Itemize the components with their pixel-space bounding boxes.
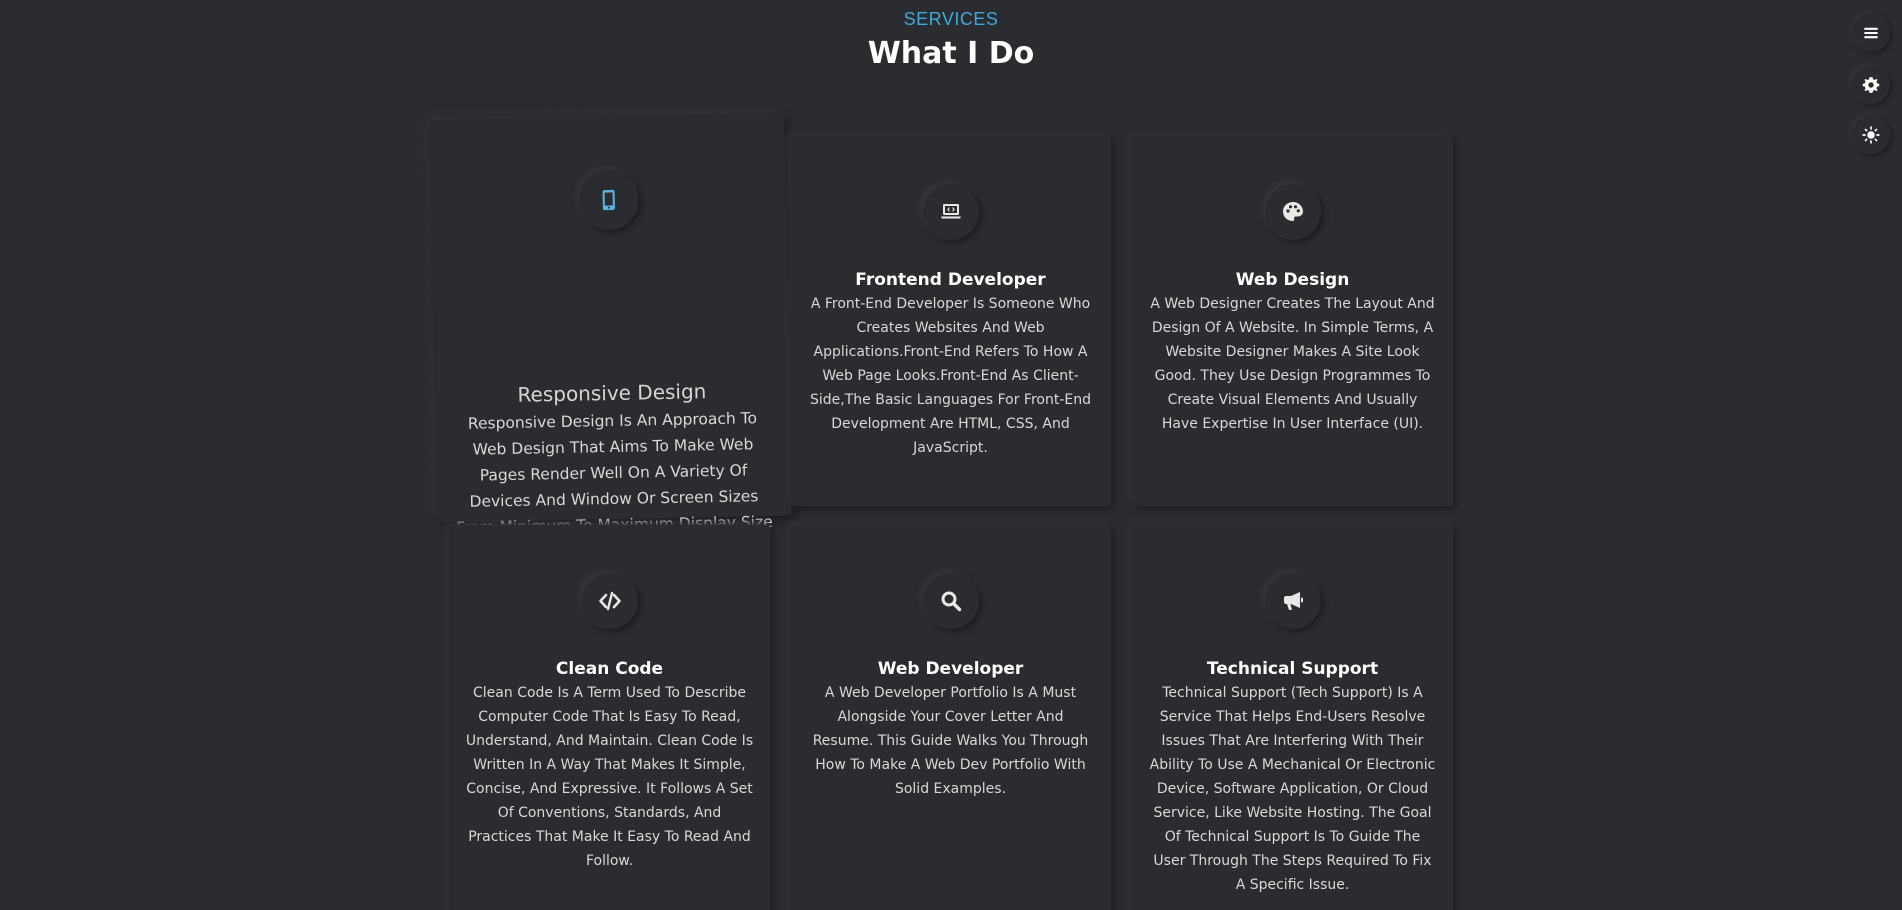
laptop-code-icon — [922, 184, 979, 240]
service-title: Web Developer — [877, 659, 1024, 679]
megaphone-icon — [1264, 573, 1321, 629]
service-title: Technical Support — [1206, 659, 1379, 679]
services-page: SERVICES What I Do Responsive Design Res… — [0, 0, 1902, 910]
gear-icon — [1862, 76, 1880, 94]
service-card-web-design[interactable]: Web Design A Web Designer Creates The La… — [1132, 136, 1453, 506]
mobile-phone-icon — [577, 169, 639, 231]
service-title: Responsive Design — [517, 379, 707, 407]
section-tag: SERVICES — [903, 9, 999, 29]
service-description: Technical Support (Tech Support) Is A Se… — [1149, 685, 1436, 893]
service-description: Clean Code Is A Term Used To Describe Co… — [465, 685, 754, 869]
search-icon — [922, 573, 979, 629]
service-card-web-developer[interactable]: Web Developer A Web Developer Portfolio … — [790, 525, 1111, 910]
service-card-technical-support[interactable]: Technical Support Technical Support (Tec… — [1132, 525, 1453, 910]
code-icon — [581, 573, 638, 629]
sun-icon — [1862, 126, 1880, 144]
service-title: Web Design — [1235, 270, 1350, 290]
service-card-clean-code[interactable]: Clean Code Clean Code Is A Term Used To … — [449, 525, 770, 910]
service-description: A Web Designer Creates The Layout And De… — [1150, 296, 1435, 432]
palette-icon — [1264, 184, 1321, 240]
service-title: Frontend Developer — [855, 270, 1046, 290]
service-card-responsive-design[interactable]: Responsive Design Responsive Design Is A… — [429, 113, 792, 563]
section-title: What I Do — [867, 36, 1035, 71]
settings-button[interactable] — [1852, 66, 1890, 104]
hamburger-menu-icon — [1862, 24, 1880, 42]
service-description: A Front-End Developer Is Someone Who Cre… — [810, 296, 1091, 456]
theme-toggle-button[interactable] — [1852, 116, 1890, 154]
service-card-frontend-developer[interactable]: Frontend Developer A Front-End Developer… — [790, 136, 1111, 506]
service-description: A Web Developer Portfolio Is A Must Alon… — [812, 685, 1089, 797]
menu-button[interactable] — [1852, 14, 1890, 52]
service-title: Clean Code — [555, 659, 664, 679]
